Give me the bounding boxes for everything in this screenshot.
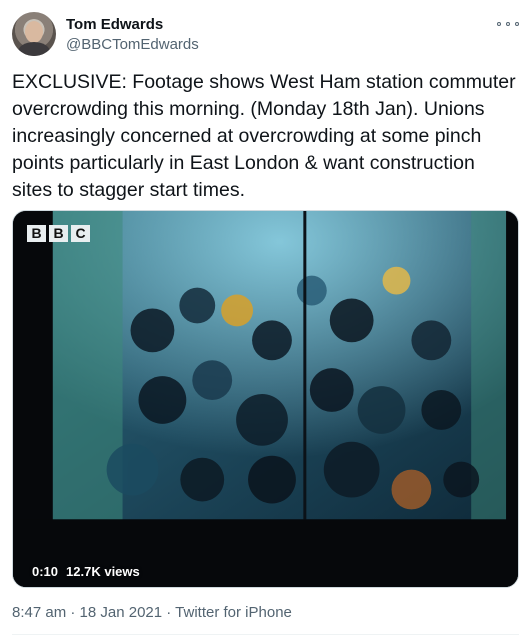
author-name[interactable]: Tom Edwards <box>66 16 163 33</box>
video-duration: 0:10 <box>32 563 59 579</box>
logo-letter: C <box>71 225 90 242</box>
author-handle[interactable]: @BBCTomEdwards <box>66 36 199 53</box>
bbc-logo: B B C <box>27 225 90 242</box>
avatar-face <box>25 21 43 43</box>
video-views: 12.7K views <box>66 563 140 579</box>
tweet-card: Tom Edwards @BBCTomEdwards EXCLUSIVE: Fo… <box>0 0 531 640</box>
logo-letter: B <box>49 225 68 242</box>
video-frame <box>13 211 518 587</box>
dot <box>515 22 519 26</box>
avatar-body <box>18 42 50 56</box>
dot <box>506 22 510 26</box>
video-stats: 0:10 12.7K views <box>23 560 149 582</box>
dot <box>497 22 501 26</box>
tweet-timestamp[interactable]: 8:47 am · 18 Jan 2021 · Twitter for iPho… <box>12 604 292 621</box>
tweet-text: EXCLUSIVE: Footage shows West Ham statio… <box>12 71 516 201</box>
video-player[interactable]: B B C 0:10 12.7K views <box>12 210 519 588</box>
more-options-icon[interactable] <box>497 16 519 32</box>
divider <box>12 634 519 635</box>
avatar[interactable] <box>12 12 56 56</box>
logo-letter: B <box>27 225 46 242</box>
